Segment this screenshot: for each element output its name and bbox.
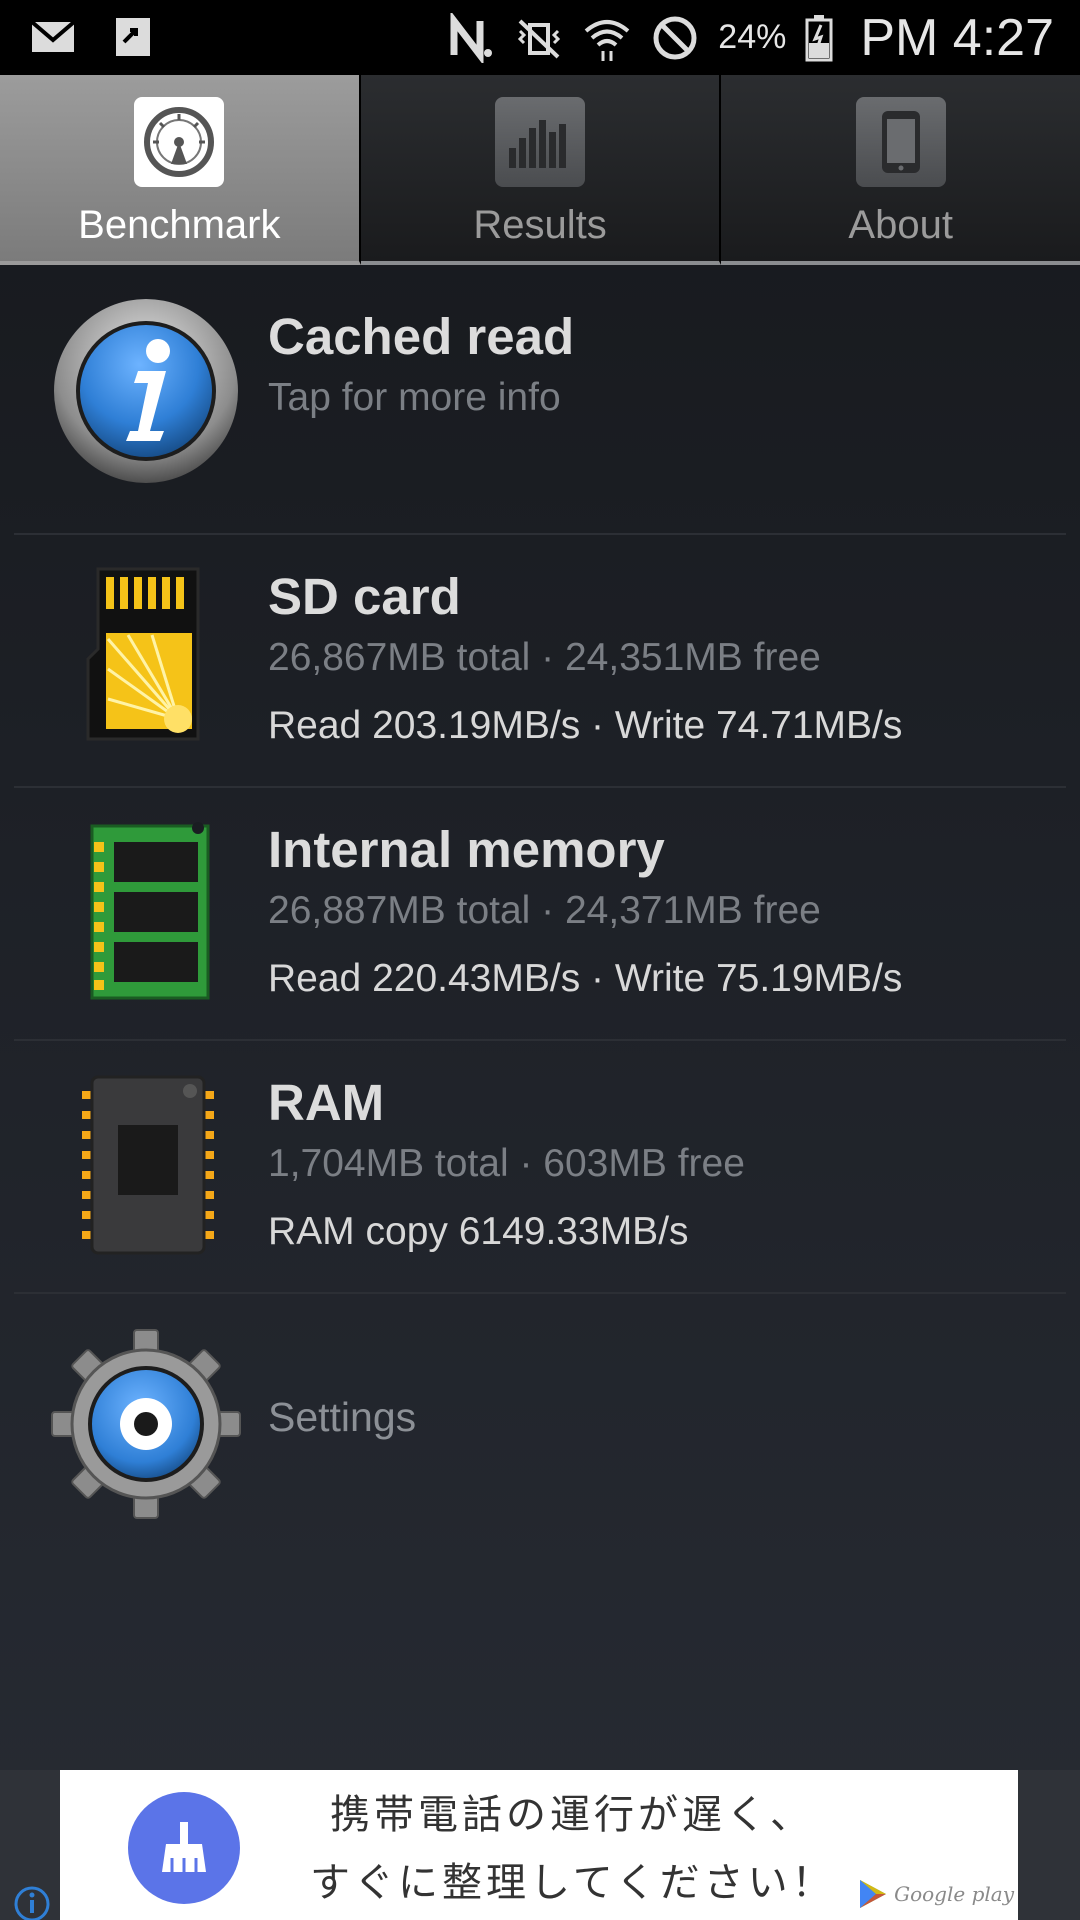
nfc-icon — [446, 10, 496, 65]
tab-benchmark[interactable]: Benchmark — [0, 75, 361, 265]
gear-icon — [46, 1324, 246, 1524]
item-speed: Read 220.43MB/s · Write 75.19MB/s — [268, 957, 903, 1000]
item-speed: Read 203.19MB/s · Write 74.71MB/s — [268, 704, 903, 747]
list-item-ram[interactable]: RAM 1,704MB total · 603MB free RAM copy … — [14, 1041, 1066, 1294]
list-item-cached-read[interactable]: Cached read Tap for more info — [14, 265, 1066, 535]
item-title: Internal memory — [268, 821, 665, 878]
chip-icon — [48, 1065, 248, 1265]
item-title: Cached read — [268, 308, 575, 365]
do-not-disturb-icon — [650, 13, 700, 63]
item-title: RAM — [268, 1074, 385, 1131]
item-capacity: 1,704MB total · 603MB free — [268, 1142, 745, 1185]
battery-percent: 24% — [718, 18, 787, 56]
clock: PM 4:27 — [860, 8, 1054, 67]
google-play-badge[interactable]: Google play — [858, 1878, 1014, 1910]
tab-label: Benchmark — [78, 203, 281, 247]
item-title: SD card — [268, 568, 461, 625]
ad-area: 携帯電話の運行が遅く、 すぐに整理してください！ Google play — [0, 1770, 1080, 1920]
item-capacity: 26,867MB total · 24,351MB free — [268, 636, 821, 679]
broom-icon — [128, 1792, 240, 1904]
settings-label: Settings — [268, 1394, 417, 1440]
battery-charging-icon — [804, 13, 834, 63]
tab-results[interactable]: Results — [360, 75, 722, 265]
info-icon — [46, 291, 246, 491]
status-bar: 24% PM 4:27 — [0, 0, 1080, 75]
sd-card-icon — [48, 559, 248, 759]
ad-info-icon[interactable] — [10, 1882, 54, 1920]
ad-banner[interactable]: 携帯電話の運行が遅く、 すぐに整理してください！ Google play — [60, 1770, 1018, 1920]
list-item-internal-memory[interactable]: Internal memory 26,887MB total · 24,371M… — [14, 788, 1066, 1041]
tab-label: About — [848, 203, 953, 247]
ad-text-line-2: すぐに整理してください！ — [310, 1860, 836, 1906]
item-capacity: 26,887MB total · 24,371MB free — [268, 889, 821, 932]
ad-text-line-1: 携帯電話の運行が遅く、 — [330, 1792, 814, 1838]
speedometer-icon — [134, 97, 225, 187]
bar-chart-icon — [495, 97, 585, 187]
memory-module-icon — [48, 812, 248, 1012]
tab-label: Results — [473, 203, 607, 247]
tab-bar: Benchmark Results About — [0, 75, 1080, 265]
google-play-text: Google play — [894, 1882, 1014, 1906]
screenshot-share-icon — [108, 12, 158, 62]
benchmark-list: Cached read Tap for more info SD card 26… — [0, 265, 1080, 1554]
list-item-sd-card[interactable]: SD card 26,867MB total · 24,351MB free R… — [14, 535, 1066, 788]
app-screen: 24% PM 4:27 Benchmark Results About Cach… — [0, 0, 1080, 1920]
vibrate-mute-icon — [514, 13, 564, 63]
item-speed: RAM copy 6149.33MB/s — [268, 1210, 689, 1253]
phone-icon — [855, 97, 946, 187]
list-item-settings[interactable]: Settings — [14, 1294, 1066, 1554]
tab-about[interactable]: About — [721, 75, 1080, 265]
item-subtitle: Tap for more info — [268, 376, 561, 419]
wifi-icon — [582, 13, 632, 63]
play-store-icon — [860, 1880, 887, 1908]
gmail-icon — [28, 12, 78, 62]
